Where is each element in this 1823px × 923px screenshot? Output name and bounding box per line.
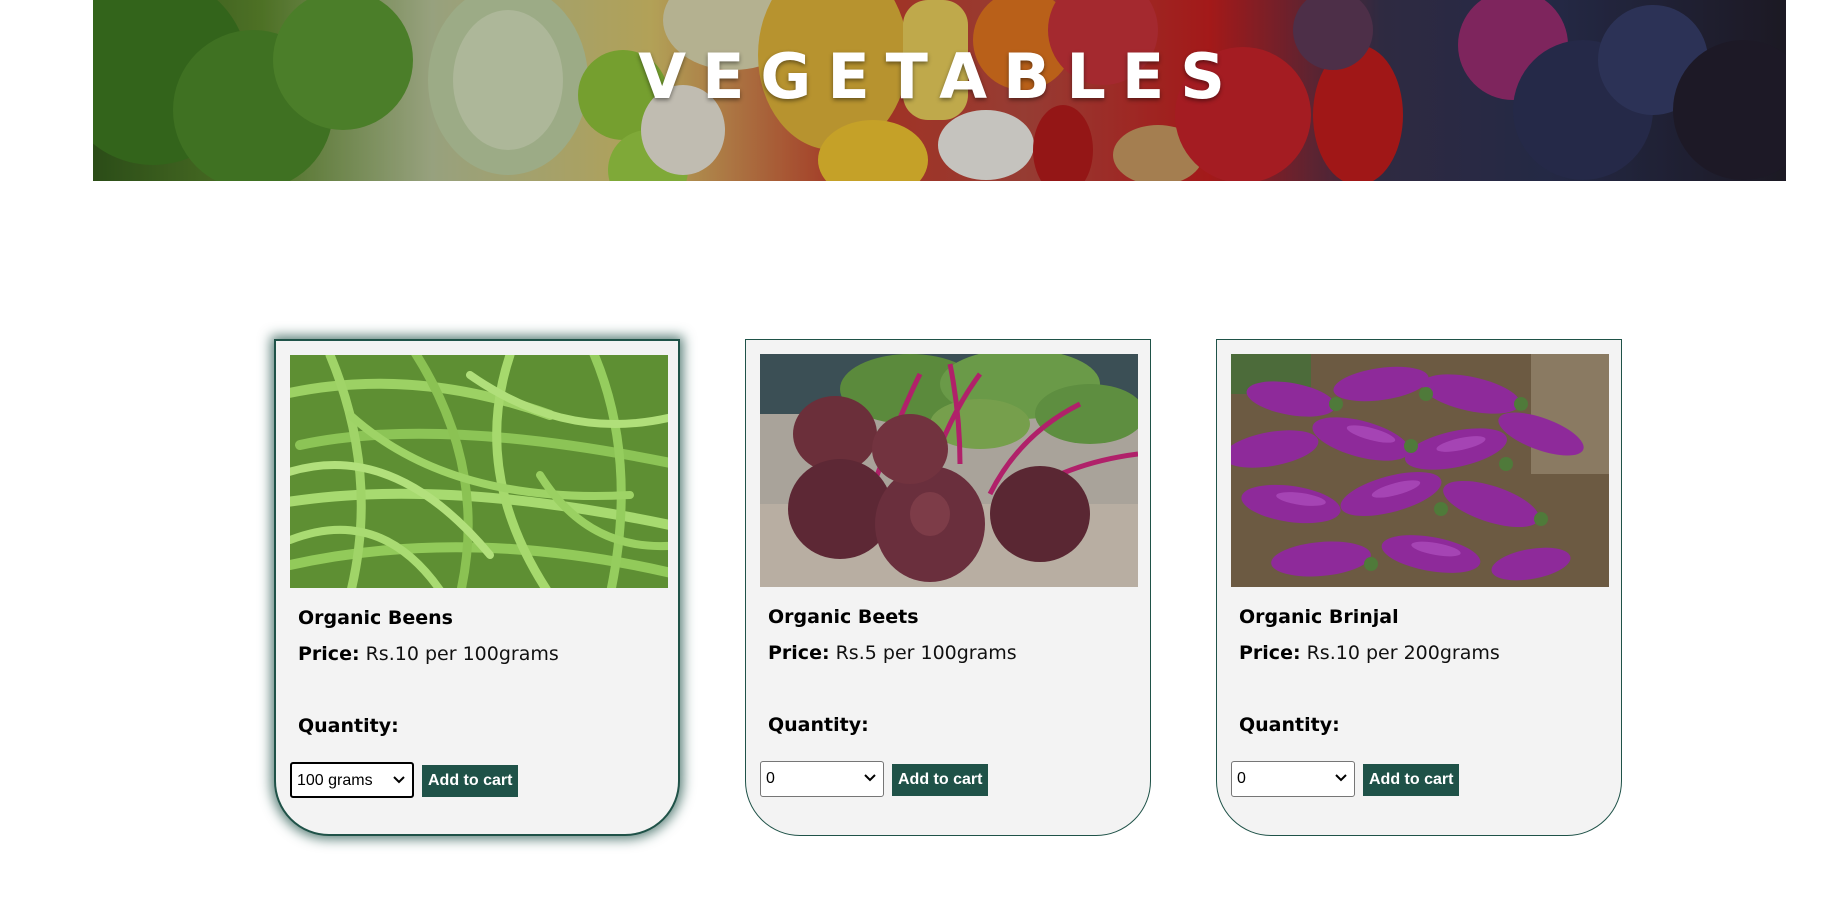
chevron-down-icon xyxy=(1335,774,1347,782)
quantity-selected-value: 0 xyxy=(766,770,775,787)
quantity-selected-value: 100 grams xyxy=(297,772,373,789)
product-card-beets: Organic Beets Price: Rs.5 per 100grams Q… xyxy=(745,339,1151,836)
beets-image xyxy=(760,354,1138,587)
product-card-brinjal: Organic Brinjal Price: Rs.10 per 200gram… xyxy=(1216,339,1622,836)
quantity-select[interactable]: 100 grams xyxy=(290,762,414,798)
price-row: Price: Rs.10 per 100grams xyxy=(298,643,559,665)
vegetables-banner: VEGETABLES xyxy=(93,0,1786,181)
price-label: Price: xyxy=(298,643,360,665)
page: VEGETABLES Organic Beens Price: Rs.10 pe… xyxy=(0,0,1823,923)
add-to-cart-button[interactable]: Add to cart xyxy=(892,764,989,796)
product-card-beans: Organic Beens Price: Rs.10 per 100grams … xyxy=(274,339,680,836)
price-value: Rs.10 per 200grams xyxy=(1306,642,1500,664)
quantity-label: Quantity: xyxy=(768,714,869,736)
quantity-select[interactable]: 0 xyxy=(760,761,884,797)
add-to-cart-button[interactable]: Add to cart xyxy=(1363,764,1460,796)
price-label: Price: xyxy=(1239,642,1301,664)
quantity-label: Quantity: xyxy=(298,715,399,737)
price-value: Rs.10 per 100grams xyxy=(365,643,559,665)
add-to-cart-button[interactable]: Add to cart xyxy=(422,765,519,797)
quantity-selected-value: 0 xyxy=(1237,770,1246,787)
price-value: Rs.5 per 100grams xyxy=(835,642,1017,664)
price-row: Price: Rs.5 per 100grams xyxy=(768,642,1017,664)
quantity-label: Quantity: xyxy=(1239,714,1340,736)
product-name: Organic Brinjal xyxy=(1239,606,1399,628)
product-name: Organic Beets xyxy=(768,606,919,628)
beans-image xyxy=(290,355,668,588)
price-row: Price: Rs.10 per 200grams xyxy=(1239,642,1500,664)
price-label: Price: xyxy=(768,642,830,664)
product-name: Organic Beens xyxy=(298,607,453,629)
page-title: VEGETABLES xyxy=(638,40,1241,113)
chevron-down-icon xyxy=(393,776,405,784)
quantity-select[interactable]: 0 xyxy=(1231,761,1355,797)
brinjal-image xyxy=(1231,354,1609,587)
chevron-down-icon xyxy=(864,774,876,782)
